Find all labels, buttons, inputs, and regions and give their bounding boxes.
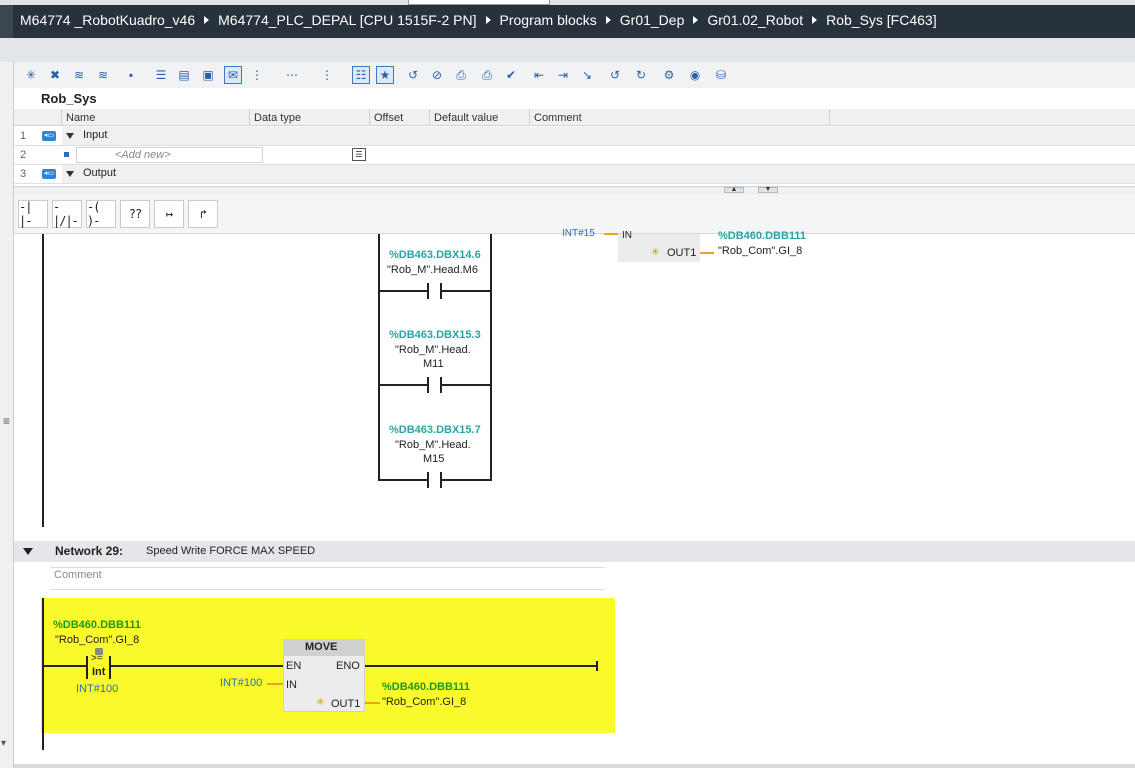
move-title: MOVE [305, 641, 338, 653]
move-in-pin: IN [286, 679, 297, 691]
compare-value[interactable]: INT#100 [76, 683, 118, 695]
move-out-address[interactable]: %DB460.DBB111 [382, 681, 470, 693]
bottom-bar [14, 764, 1135, 768]
compare-type[interactable]: Int [92, 666, 105, 678]
sparkle-icon: ✳ [316, 697, 325, 708]
move-en-pin: EN [286, 660, 302, 672]
compare-address[interactable]: %DB460.DBB111 [53, 619, 141, 631]
move-eno-pin: ENO [336, 660, 360, 672]
compare-symbol[interactable]: "Rob_Com".GI_8 [55, 634, 139, 646]
network-29-wires [42, 598, 598, 733]
move-out-symbol[interactable]: "Rob_Com".GI_8 [382, 696, 466, 708]
compare-operator: >= [91, 653, 103, 664]
move-out-pin: OUT1 [331, 698, 361, 710]
move-in-value[interactable]: INT#100 [220, 677, 262, 689]
